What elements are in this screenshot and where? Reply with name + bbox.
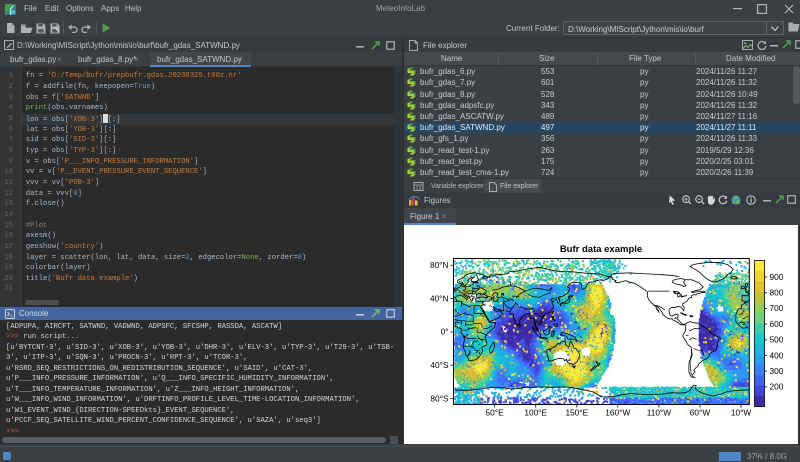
svg-text:80°S: 80°S xyxy=(430,393,449,403)
svg-text:200: 200 xyxy=(770,382,784,392)
svg-text:40°S: 40°S xyxy=(430,360,449,370)
svg-text:Bufr data example: Bufr data example xyxy=(560,244,642,255)
svg-text:600: 600 xyxy=(770,319,784,329)
svg-text:100°E: 100°E xyxy=(524,408,547,418)
svg-text:900: 900 xyxy=(770,272,784,282)
svg-text:80°N: 80°N xyxy=(430,260,449,270)
svg-text:0°: 0° xyxy=(441,327,449,337)
svg-text:500: 500 xyxy=(770,335,784,345)
svg-text:800: 800 xyxy=(770,288,784,298)
svg-text:40°N: 40°N xyxy=(430,293,449,303)
svg-text:160°W: 160°W xyxy=(605,408,630,418)
svg-text:400: 400 xyxy=(770,350,784,360)
svg-text:60°W: 60°W xyxy=(690,408,711,418)
svg-text:110°W: 110°W xyxy=(647,408,672,418)
svg-text:150°E: 150°E xyxy=(565,408,588,418)
svg-text:700: 700 xyxy=(770,303,784,313)
svg-text:10°W: 10°W xyxy=(731,408,752,418)
svg-text:300: 300 xyxy=(770,366,784,376)
svg-text:50°E: 50°E xyxy=(486,408,505,418)
